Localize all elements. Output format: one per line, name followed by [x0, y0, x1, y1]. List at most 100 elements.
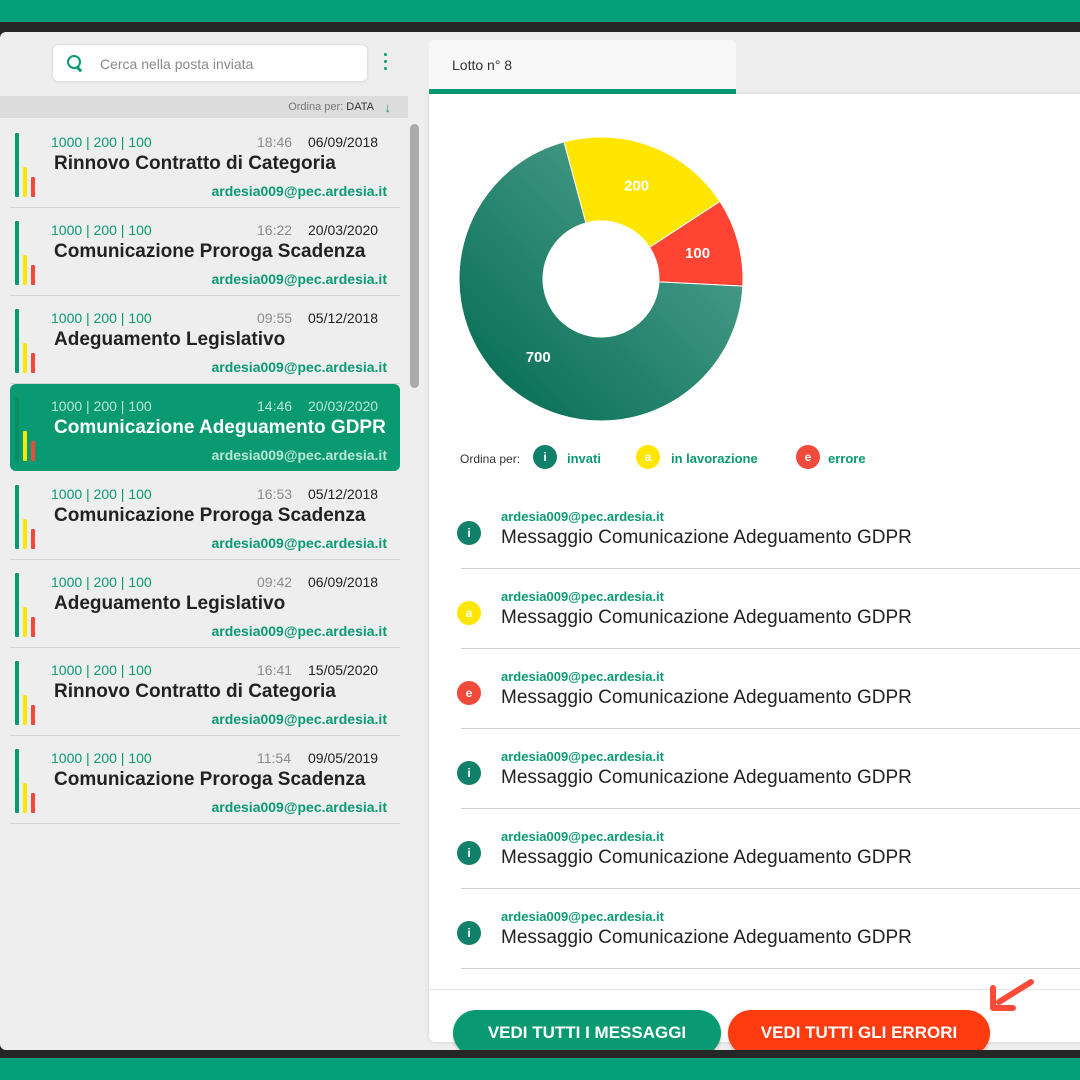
message-time: 09:55	[257, 310, 293, 326]
list-item[interactable]: 1000 | 200 | 100 09:55 05/12/2018 Adeguamen…	[10, 296, 400, 384]
message-email: ardesia009@pec.ardesia.it	[211, 535, 387, 551]
legend-label[interactable]: errore	[828, 451, 866, 466]
message-counts: 1000 | 200 | 100	[51, 398, 152, 414]
status-bars	[15, 749, 37, 813]
detail-message-subject: Messaggio Comunicazione Adeguamento GDPR	[501, 607, 912, 628]
message-email: ardesia009@pec.ardesia.it	[211, 359, 387, 375]
kebab-menu-icon[interactable]	[380, 52, 392, 74]
detail-message-subject: Messaggio Comunicazione Adeguamento GDPR	[501, 847, 912, 868]
list-scrollbar[interactable]	[410, 124, 419, 388]
sort-label: Ordina per:	[288, 101, 344, 113]
status-bars	[15, 309, 37, 373]
message-subject: Rinnovo Contratto di Categoria	[54, 153, 336, 174]
detail-message-row[interactable]: i ardesia009@pec.ardesia.it Messaggio Comu…	[457, 729, 1080, 809]
detail-message-row[interactable]: e ardesia009@pec.ardesia.it Messaggio Comu…	[457, 649, 1080, 729]
detail-message-email: ardesia009@pec.ardesia.it	[501, 909, 664, 924]
legend-label[interactable]: invati	[567, 451, 601, 466]
detail-message-subject: Messaggio Comunicazione Adeguamento GDPR	[501, 927, 912, 948]
bottom-band	[0, 1058, 1080, 1080]
detail-message-row[interactable]: i ardesia009@pec.ardesia.it Messaggio Comu…	[457, 809, 1080, 889]
message-date: 20/03/2020	[308, 398, 379, 414]
status-bars	[15, 133, 37, 197]
detail-message-email: ardesia009@pec.ardesia.it	[501, 829, 664, 844]
message-time: 14:46	[257, 398, 293, 414]
legend-dot-e[interactable]: e	[796, 445, 820, 469]
message-subject: Comunicazione Adeguamento GDPR	[54, 417, 386, 438]
tab-label: Lotto n° 8	[452, 57, 513, 73]
search-box[interactable]: Cerca nella posta inviata	[52, 44, 368, 82]
message-subject: Comunicazione Proroga Scadenza	[54, 769, 366, 790]
view-all-errors-button[interactable]: VEDI TUTTI GLI ERRORI	[728, 1010, 990, 1050]
sort-value: DATA	[346, 101, 374, 113]
donut-chart: 200 100 700	[458, 136, 744, 422]
list-item[interactable]: 1000 | 200 | 100 11:54 09/05/2019 Comunicaz…	[10, 736, 400, 824]
detail-message-subject: Messaggio Comunicazione Adeguamento GDPR	[501, 687, 912, 708]
message-email: ardesia009@pec.ardesia.it	[211, 623, 387, 639]
message-time: 16:41	[257, 662, 293, 678]
list-item[interactable]: 1000 | 200 | 100 18:46 06/09/2018 Rinnovo C…	[10, 120, 400, 208]
sort-control[interactable]: Ordina per: DATA	[288, 101, 374, 113]
legend-dot-a[interactable]: a	[636, 445, 660, 469]
pointer-arrow-icon	[990, 979, 1034, 1011]
message-email: ardesia009@pec.ardesia.it	[211, 799, 387, 815]
top-band	[0, 0, 1080, 22]
detail-message-row[interactable]: a ardesia009@pec.ardesia.it Messaggio Comu…	[457, 569, 1080, 649]
message-subject: Adeguamento Legislativo	[54, 329, 286, 350]
app-screen: Cerca nella posta inviata Ordina per: DA…	[0, 32, 1080, 1050]
status-bars	[15, 573, 37, 637]
message-counts: 1000 | 200 | 100	[51, 310, 152, 326]
message-counts: 1000 | 200 | 100	[51, 134, 152, 150]
message-date: 06/09/2018	[308, 134, 379, 150]
message-counts: 1000 | 200 | 100	[51, 750, 152, 766]
detail-message-email: ardesia009@pec.ardesia.it	[501, 509, 664, 524]
message-date: 15/05/2020	[308, 662, 379, 678]
view-all-messages-button[interactable]: VEDI TUTTI I MESSAGGI	[453, 1010, 721, 1050]
message-subject: Comunicazione Proroga Scadenza	[54, 505, 366, 526]
detail-message-row[interactable]: i ardesia009@pec.ardesia.it Messaggio Comu…	[457, 489, 1080, 569]
list-item[interactable]: 1000 | 200 | 100 16:41 15/05/2020 Rinnovo C…	[10, 648, 400, 736]
status-dot: e	[457, 681, 481, 705]
donut-label-700: 700	[526, 349, 551, 366]
message-time: 09:42	[257, 574, 293, 590]
status-dot: i	[457, 841, 481, 865]
search-input[interactable]: Cerca nella posta inviata	[100, 56, 253, 72]
detail-message-email: ardesia009@pec.ardesia.it	[501, 589, 664, 604]
list-item[interactable]: 1000 | 200 | 100 14:46 20/03/2020 Comunicaz…	[10, 384, 400, 471]
legend-label[interactable]: in lavorazione	[671, 451, 758, 466]
list-item[interactable]: 1000 | 200 | 100 16:22 20/03/2020 Comunicaz…	[10, 208, 400, 296]
detail-message-email: ardesia009@pec.ardesia.it	[501, 669, 664, 684]
search-icon	[67, 55, 85, 73]
status-dot: i	[457, 921, 481, 945]
status-bars	[15, 397, 37, 461]
detail-message-email: ardesia009@pec.ardesia.it	[501, 749, 664, 764]
status-bars	[15, 485, 37, 549]
message-list: 1000 | 200 | 100 18:46 06/09/2018 Rinnovo C…	[10, 120, 400, 824]
message-time: 16:22	[257, 222, 293, 238]
message-email: ardesia009@pec.ardesia.it	[211, 711, 387, 727]
message-date: 20/03/2020	[308, 222, 379, 238]
donut-label-200: 200	[624, 178, 649, 195]
message-date: 05/12/2018	[308, 486, 379, 502]
message-email: ardesia009@pec.ardesia.it	[211, 183, 387, 199]
sort-bar: Ordina per: DATA ↓	[0, 96, 408, 118]
detail-message-subject: Messaggio Comunicazione Adeguamento GDPR	[501, 767, 912, 788]
message-time: 11:54	[257, 750, 291, 766]
list-item[interactable]: 1000 | 200 | 100 16:53 05/12/2018 Comunicaz…	[10, 472, 400, 560]
message-time: 16:53	[257, 486, 293, 502]
detail-message-subject: Messaggio Comunicazione Adeguamento GDPR	[501, 527, 912, 548]
tab-lotto[interactable]: Lotto n° 8	[429, 40, 736, 95]
status-dot: a	[457, 601, 481, 625]
legend-dot-i[interactable]: i	[533, 445, 557, 469]
message-counts: 1000 | 200 | 100	[51, 662, 152, 678]
message-subject: Adeguamento Legislativo	[54, 593, 286, 614]
list-item[interactable]: 1000 | 200 | 100 09:42 06/09/2018 Adeguamen…	[10, 560, 400, 648]
message-email: ardesia009@pec.ardesia.it	[211, 447, 387, 463]
detail-message-row[interactable]: i ardesia009@pec.ardesia.it Messaggio Comu…	[457, 889, 1080, 969]
legend-title: Ordina per:	[460, 452, 521, 466]
arrow-down-icon[interactable]: ↓	[385, 100, 392, 115]
message-date: 06/09/2018	[308, 574, 379, 590]
message-time: 18:46	[257, 134, 293, 150]
detail-panel: 200 100 700 Ordina per: i invati a in lavoraz…	[429, 94, 1080, 1050]
status-bars	[15, 221, 37, 285]
message-subject: Comunicazione Proroga Scadenza	[54, 241, 366, 262]
